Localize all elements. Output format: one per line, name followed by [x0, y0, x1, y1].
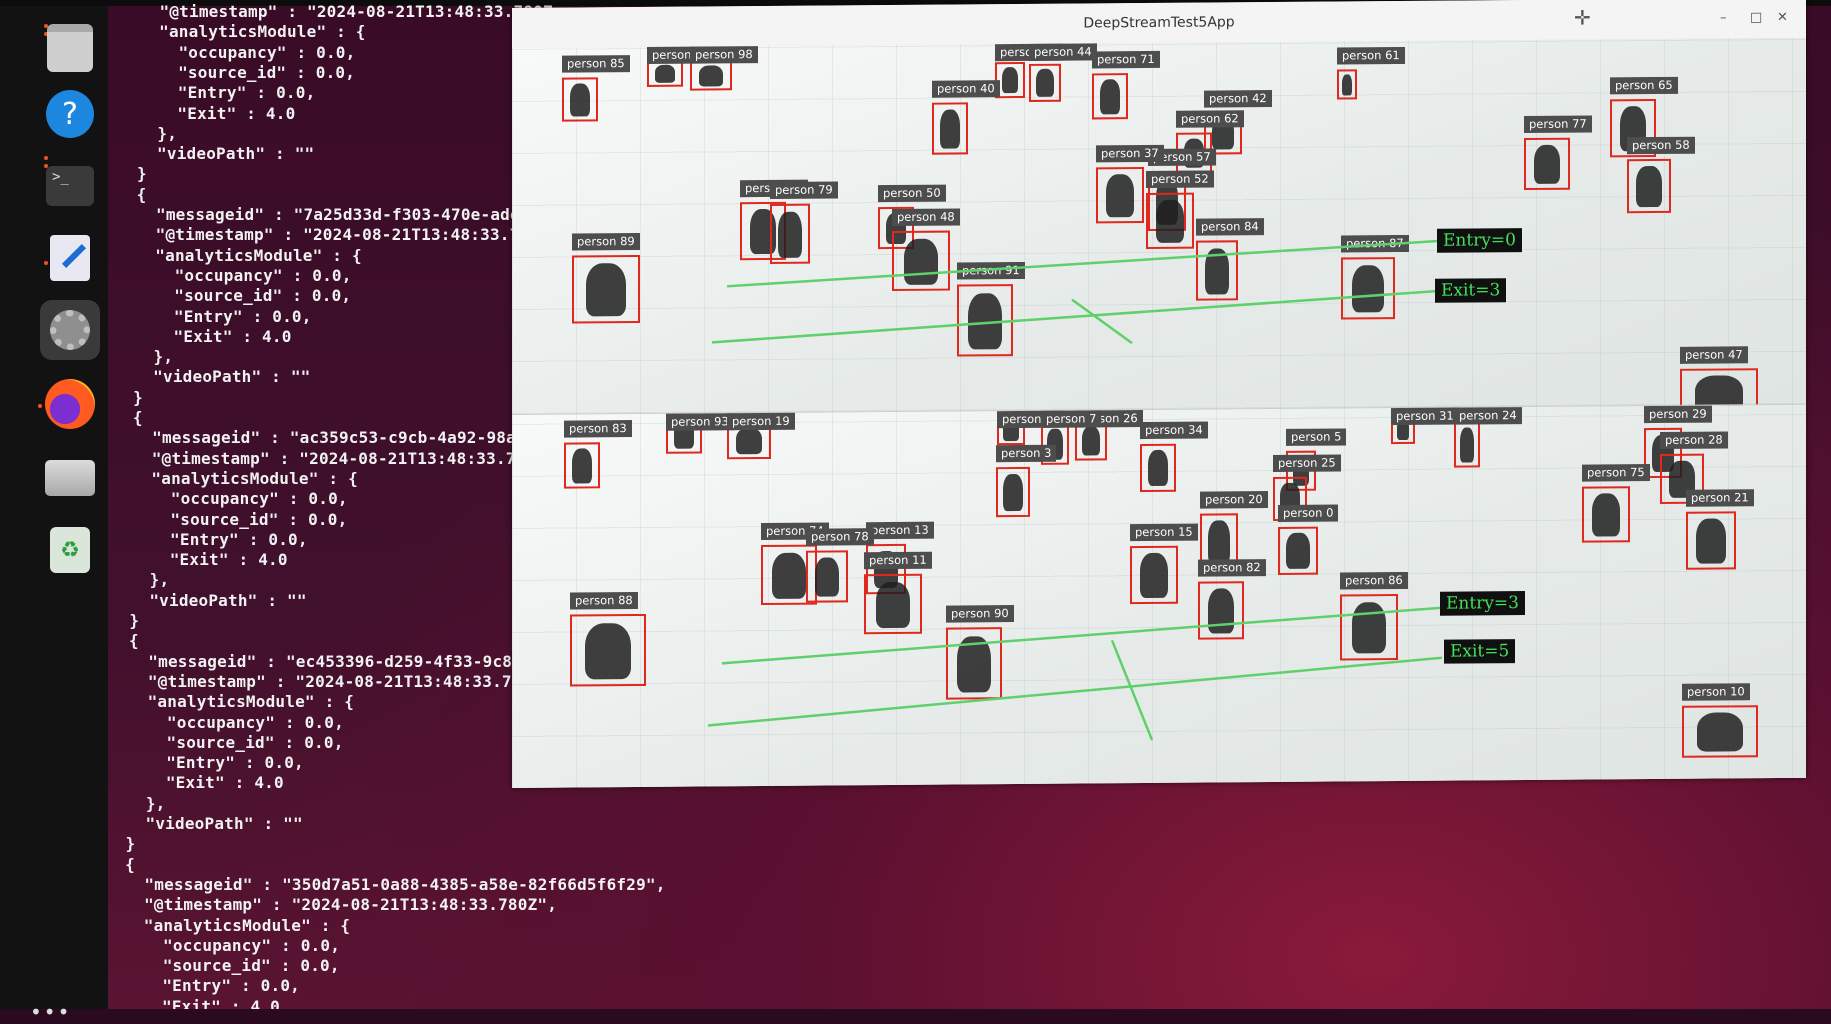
terminal-line: },: [127, 123, 178, 143]
terminal-line: "Exit" : 4.0: [128, 103, 296, 123]
terminal-line: },: [116, 793, 166, 813]
counting-line: [707, 656, 1443, 727]
counting-line: [711, 289, 1443, 344]
terminal-line: "source_id" : 0.0,: [128, 62, 356, 82]
exit-counter: Exit=5: [1444, 639, 1516, 664]
terminal-line: "Entry" : 0.0,: [113, 976, 301, 996]
terminal-line: "occupancy" : 0.0,: [113, 935, 341, 955]
terminal-line: "occupancy" : 0.0,: [117, 712, 344, 732]
tracking-lines: [711, 239, 1443, 345]
firefox-logo-icon: [45, 379, 95, 429]
files-icon[interactable]: [40, 18, 100, 78]
terminal-line: "@timestamp" : "2024-08-21T13:48:33.780Z…: [114, 895, 558, 915]
terminal-line: "Entry" : 0.0,: [117, 753, 304, 773]
entry-counter: Entry=0: [1437, 228, 1522, 253]
counting-line: [726, 239, 1443, 288]
folder-icon: [47, 24, 93, 72]
terminal-line: "source_id" : 0.0,: [125, 286, 352, 306]
drive-icon[interactable]: [40, 448, 100, 508]
terminal-line: {: [115, 854, 135, 874]
terminal-line: "@timestamp" : "2024-08-21T13:48:33.780Z: [126, 225, 549, 245]
counting-line: [1110, 639, 1154, 741]
terminal-line: "occupancy" : 0.0,: [121, 489, 348, 509]
terminal-line: "Entry" : 0.0,: [128, 83, 316, 103]
terminal-line: },: [124, 347, 174, 367]
terminal-line: "messageid" : "7a25d33d-f303-470e-adec-: [126, 205, 540, 224]
deepstream-window: DeepStreamTest5App ✛ – □ ✕ person 85 pers…: [512, 0, 1806, 789]
entry-counter: Entry=3: [1440, 591, 1525, 616]
terminal-line: "Exit" : 4.0: [120, 550, 288, 570]
terminal-line: "@timestamp" : "2024-08-21T13:48:33.780Z: [122, 448, 546, 468]
terminal-line: "@timestamp" : "2024-08-21T13:48:33.780Z: [130, 2, 553, 21]
close-button[interactable]: ✕: [1777, 10, 1788, 25]
terminal-glyph-icon: >_: [46, 166, 94, 206]
terminal-line: "Exit" : 4.0: [112, 996, 281, 1009]
dock: ? >_ ♻ •••: [0, 6, 108, 1024]
tracking-lines: [707, 606, 1443, 741]
terminal-line: "videoPath" : "": [127, 144, 315, 164]
exit-counter: Exit=3: [1435, 278, 1507, 303]
terminal-line: "messageid" : "ac359c53-c9cb-4a92-98aa-: [122, 428, 536, 448]
stream-view-1: person 93 person 19 person 83 person 12 pers…: [512, 403, 1806, 789]
terminal-line: "analyticsModule" : {: [129, 22, 366, 42]
terminal-line: "Exit" : 4.0: [124, 326, 292, 346]
terminal-line: "Entry" : 0.0,: [124, 306, 312, 326]
terminal-line: "source_id" : 0.0,: [117, 732, 344, 752]
terminal-icon[interactable]: >_: [40, 156, 100, 216]
terminal-line: "occupancy" : 0.0,: [125, 265, 352, 285]
terminal-line: "analyticsModule" : {: [121, 468, 358, 488]
help-icon[interactable]: ?: [40, 84, 100, 144]
move-icon[interactable]: ✛: [1574, 6, 1591, 30]
terminal-line: {: [123, 408, 143, 427]
drive-glyph-icon: [45, 460, 95, 496]
terminal-line: "@timestamp" : "2024-08-21T13:48:33.780Z: [118, 671, 542, 691]
terminal-line: "analyticsModule" : {: [125, 245, 362, 265]
terminal-line: }: [119, 611, 140, 630]
maximize-button[interactable]: □: [1750, 10, 1762, 25]
terminal-line: "analyticsModule" : {: [114, 915, 351, 935]
gear-icon: [50, 310, 90, 350]
terminal-line: "messageid" : "ec453396-d259-4f33-9c8c-: [118, 651, 532, 671]
counting-line: [1071, 298, 1133, 345]
terminal-line: }: [123, 387, 144, 407]
terminal-line: "source_id" : 0.0,: [113, 956, 340, 976]
terminal-line: {: [119, 631, 139, 651]
show-apps-icon[interactable]: •••: [30, 1000, 71, 1024]
terminal-line: }: [115, 834, 136, 854]
terminal-line: {: [126, 184, 147, 204]
terminal-line: "videoPath" : "": [116, 814, 303, 833]
terminal-line: }: [127, 164, 147, 184]
settings-icon[interactable]: [40, 300, 100, 360]
firefox-icon[interactable]: [40, 374, 100, 434]
terminal-line: "videoPath" : "": [119, 590, 307, 610]
terminal-line: "source_id" : 0.0,: [121, 509, 348, 529]
terminal-line: "analyticsModule" : {: [118, 692, 355, 712]
stream-view-0: person 85person 9person 98person 49perso…: [512, 37, 1806, 419]
pencil-icon: [50, 235, 90, 281]
recycle-bin-icon: ♻: [50, 527, 90, 573]
text-editor-icon[interactable]: [40, 228, 100, 288]
terminal-line: },: [120, 570, 170, 590]
help-circle-icon: ?: [46, 90, 94, 138]
terminal-line: "videoPath" : "": [123, 367, 311, 387]
terminal-line: "messageid" : "350d7a51-0a88-4385-a58e-8…: [114, 874, 666, 894]
counting-line: [721, 606, 1443, 665]
trash-icon[interactable]: ♻: [40, 520, 100, 580]
terminal-line: "Exit" : 4.0: [116, 773, 284, 793]
terminal-line: "Entry" : 0.0,: [120, 529, 308, 549]
terminal-line: "occupancy" : 0.0,: [129, 42, 356, 62]
minimize-button[interactable]: –: [1720, 10, 1727, 25]
